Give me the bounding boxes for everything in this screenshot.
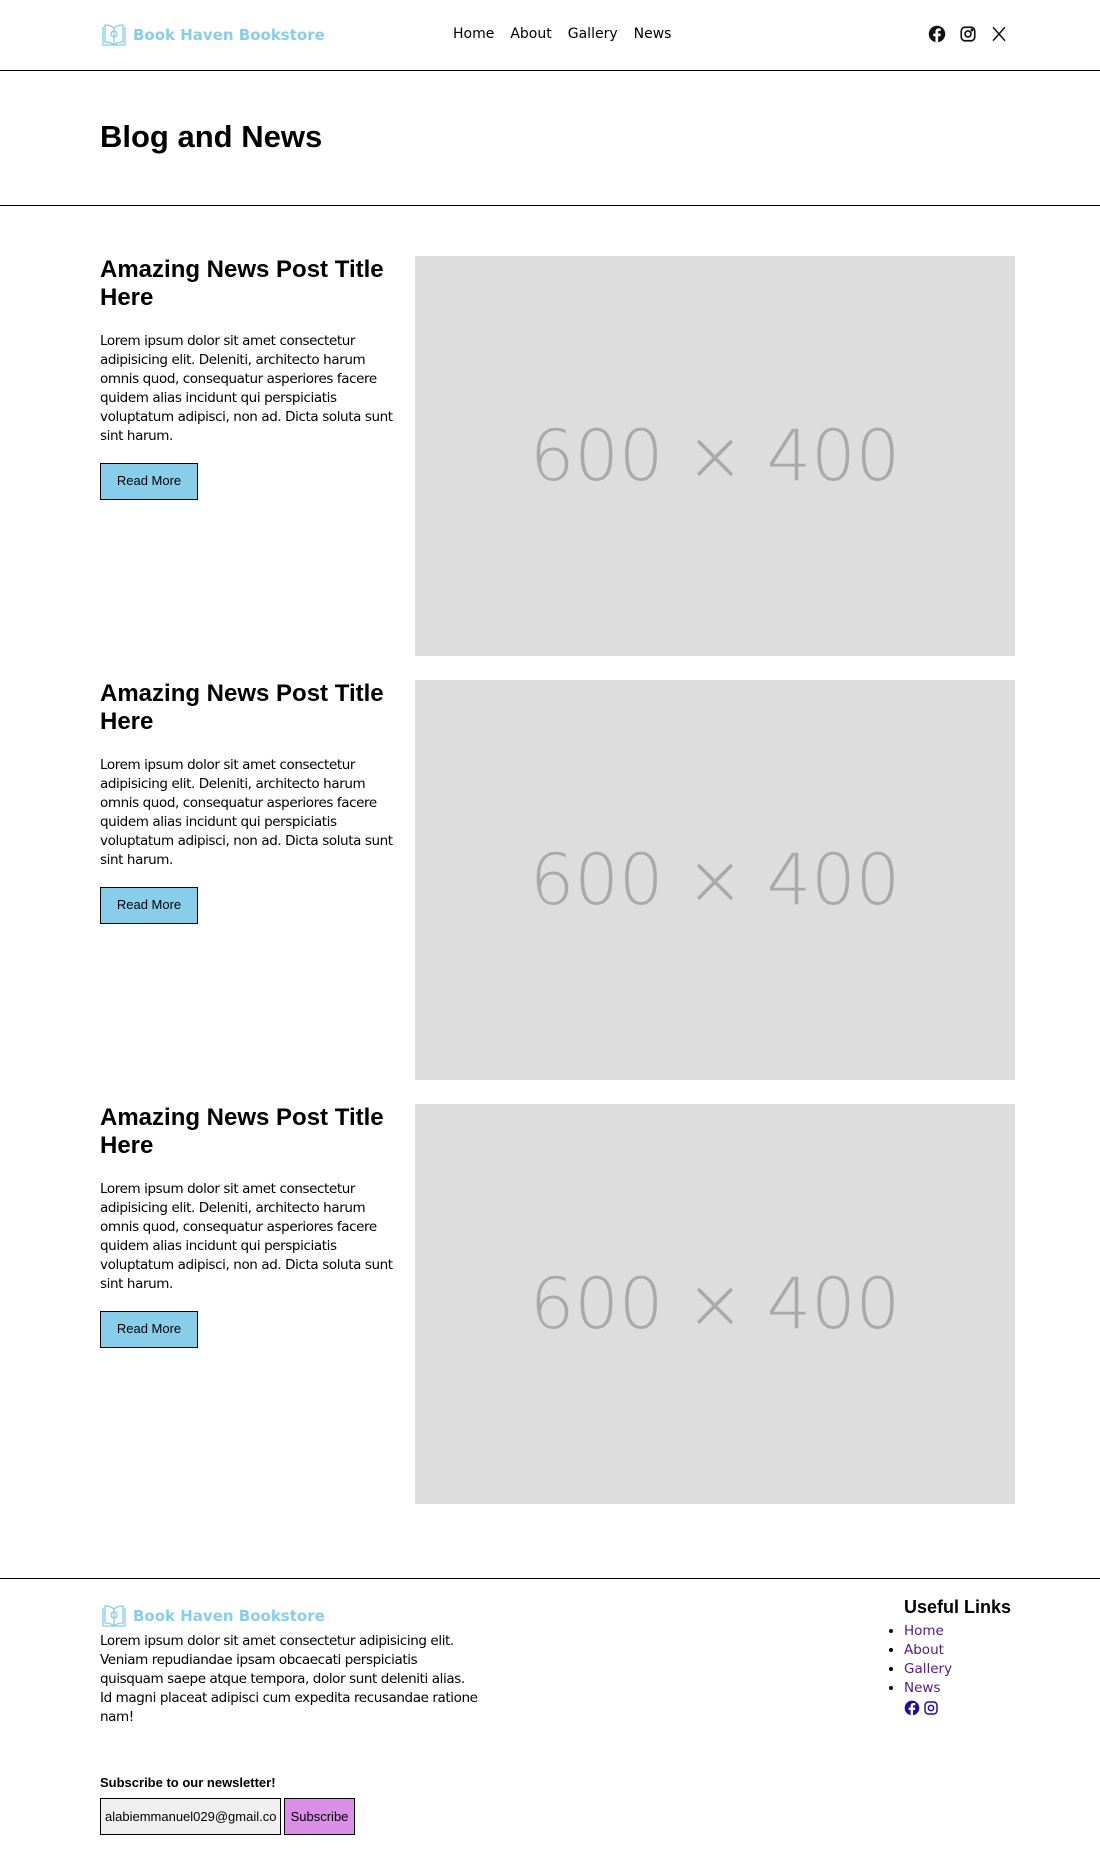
brand-logo[interactable]: Book Haven Bookstore (100, 22, 325, 48)
footer-link-home[interactable]: Home (904, 1623, 944, 1639)
footer-description: Lorem ipsum dolor sit amet consectetur a… (100, 1633, 478, 1725)
useful-links-title: Useful Links (904, 1597, 1012, 1617)
newsletter-label: Subscribe to our newsletter! (100, 1775, 276, 1790)
facebook-icon[interactable] (904, 1700, 920, 1716)
nav-about[interactable]: About (510, 26, 551, 42)
main-nav: Home About Gallery News (453, 26, 671, 42)
nav-home[interactable]: Home (453, 26, 494, 42)
news-post: Amazing News Post Title Here Lorem ipsum… (100, 680, 1015, 1080)
footer-link-gallery[interactable]: Gallery (904, 1661, 952, 1677)
page-title-bar: Blog and News (0, 71, 1100, 206)
book-icon (102, 1605, 126, 1627)
brand-name: Book Haven Bookstore (133, 26, 325, 44)
x-icon[interactable] (990, 25, 1008, 43)
useful-links: Useful Links Home About Gallery News (904, 1597, 1011, 1716)
site-header: Book Haven Bookstore Home About Gallery … (0, 0, 1100, 71)
footer-brand-logo[interactable]: Book Haven Bookstore (100, 1603, 325, 1629)
page-title: Blog and News (100, 119, 323, 154)
instagram-icon[interactable] (923, 1700, 939, 1716)
news-post: Amazing News Post Title Here Lorem ipsum… (100, 1104, 1015, 1504)
facebook-icon[interactable] (928, 25, 946, 43)
post-image-placeholder: 600 × 400 (415, 256, 1015, 656)
post-body: Lorem ipsum dolor sit amet consectetur a… (100, 333, 393, 444)
read-more-button[interactable]: Read More (100, 463, 198, 500)
post-title: Amazing News Post Title Here (100, 256, 384, 311)
instagram-icon[interactable] (959, 25, 977, 43)
footer-brand-name: Book Haven Bookstore (133, 1607, 325, 1625)
subscribe-button[interactable]: Subscribe (284, 1798, 355, 1835)
nav-gallery[interactable]: Gallery (568, 26, 618, 42)
email-input[interactable] (100, 1798, 281, 1835)
book-icon (102, 24, 126, 46)
post-image-placeholder: 600 × 400 (415, 680, 1015, 1080)
social-links (928, 25, 1008, 43)
post-body: Lorem ipsum dolor sit amet consectetur a… (100, 1181, 393, 1292)
post-image-placeholder: 600 × 400 (415, 1104, 1015, 1504)
read-more-button[interactable]: Read More (100, 1311, 198, 1348)
post-title: Amazing News Post Title Here (100, 1104, 384, 1159)
footer-link-news[interactable]: News (904, 1680, 940, 1696)
post-body: Lorem ipsum dolor sit amet consectetur a… (100, 757, 393, 868)
news-post: Amazing News Post Title Here Lorem ipsum… (100, 256, 1015, 656)
nav-news[interactable]: News (634, 26, 672, 42)
post-title: Amazing News Post Title Here (100, 680, 384, 735)
newsletter-form: Subscribe to our newsletter! Subscribe (100, 1775, 355, 1835)
site-footer: Book Haven Bookstore Lorem ipsum dolor s… (0, 1578, 1100, 1852)
read-more-button[interactable]: Read More (100, 887, 198, 924)
footer-link-about[interactable]: About (904, 1642, 944, 1658)
